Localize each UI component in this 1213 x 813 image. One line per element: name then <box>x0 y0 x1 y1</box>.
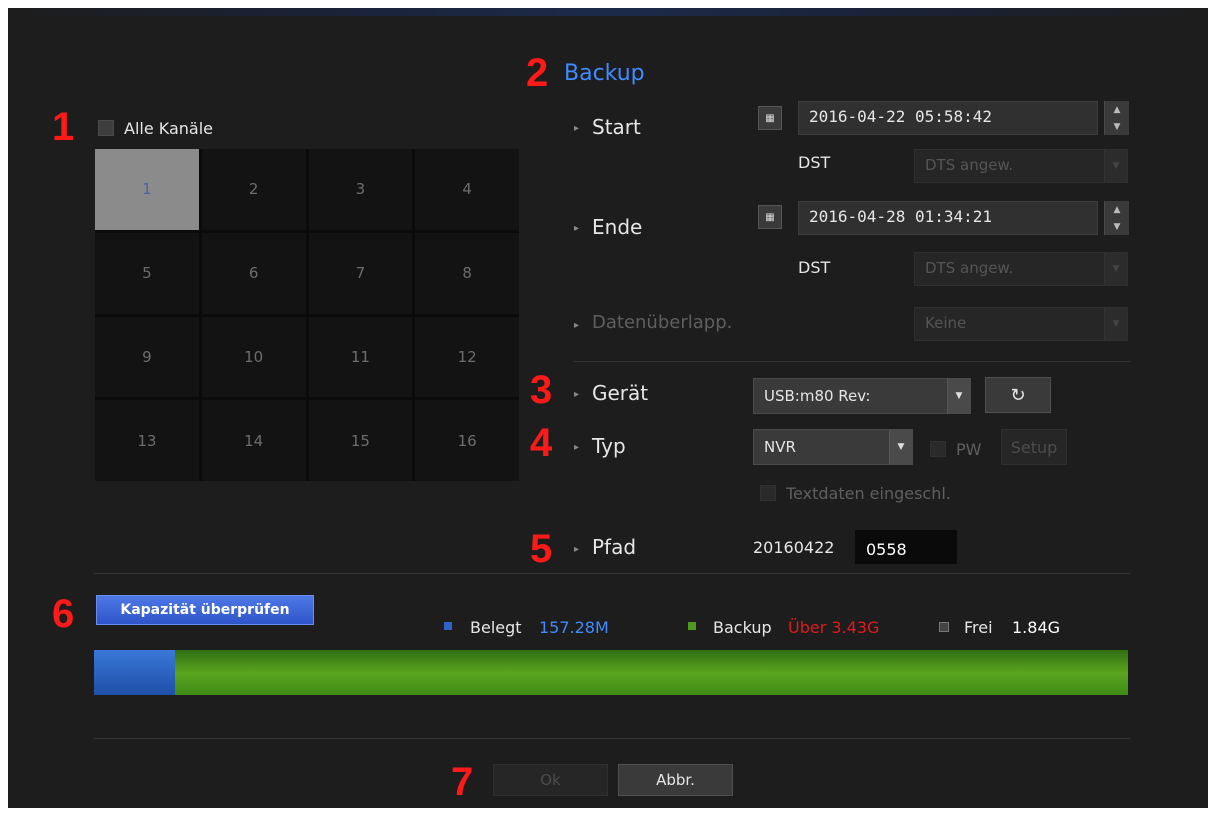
backup-dialog: 1 2 3 4 5 6 7 Backup Alle Kanäle 1 2 3 4… <box>8 8 1208 808</box>
type-label: Typ <box>592 434 626 458</box>
channel-cell[interactable]: 16 <box>415 400 519 481</box>
overlap-value: Keine <box>925 314 967 332</box>
ok-button[interactable]: Ok <box>493 764 608 796</box>
type-bullet-icon: ▸ <box>574 442 580 453</box>
type-select[interactable]: NVR ▼ <box>753 429 913 465</box>
channel-cell[interactable]: 15 <box>308 400 413 481</box>
check-capacity-button[interactable]: Kapazität überprüfen <box>96 595 314 625</box>
used-label: Belegt <box>470 618 522 637</box>
channel-grid: 1 2 3 4 5 6 7 8 9 10 11 12 13 14 15 16 <box>95 149 519 481</box>
free-legend-swatch <box>939 622 949 632</box>
all-channels-label: Alle Kanäle <box>124 119 214 138</box>
refresh-button[interactable]: ↻ <box>985 377 1051 413</box>
all-channels-checkbox[interactable] <box>98 120 114 136</box>
type-value: NVR <box>764 438 796 456</box>
channel-cell[interactable]: 10 <box>201 316 306 398</box>
capacity-bar <box>94 650 1128 695</box>
end-label: Ende <box>592 215 643 239</box>
used-value: 157.28M <box>539 618 609 637</box>
free-label: Frei <box>964 618 993 637</box>
start-datetime-field[interactable]: 2016-04-22 05:58:42 <box>798 101 1098 135</box>
section-title: Backup <box>564 61 645 86</box>
start-spinner[interactable]: ▲ ▼ <box>1104 101 1129 135</box>
free-value: 1.84G <box>1012 618 1061 637</box>
device-bullet-icon: ▸ <box>574 389 580 400</box>
capacity-bar-used <box>94 650 175 695</box>
channel-cell[interactable]: 5 <box>95 232 199 314</box>
start-dst-value: DTS angew. <box>925 156 1014 174</box>
textdata-label: Textdaten eingeschl. <box>786 484 951 503</box>
backup-value: Über 3.43G <box>788 618 880 637</box>
textdata-checkbox[interactable] <box>760 485 776 501</box>
end-calendar-icon[interactable]: ▦ <box>758 205 782 229</box>
channel-cell[interactable]: 13 <box>95 400 199 481</box>
backup-label: Backup <box>713 618 772 637</box>
chevron-down-icon: ▼ <box>947 379 970 413</box>
channel-cell[interactable]: 12 <box>415 316 519 398</box>
overlap-bullet-icon: ▸ <box>574 320 580 331</box>
chevron-down-icon: ▼ <box>1104 308 1127 340</box>
spin-down-icon[interactable]: ▼ <box>1114 122 1121 132</box>
marker-7: 7 <box>451 760 474 804</box>
refresh-icon: ↻ <box>1010 384 1026 406</box>
chevron-down-icon: ▼ <box>889 430 912 464</box>
pw-checkbox[interactable] <box>930 441 946 457</box>
end-dst-select[interactable]: DTS angew. ▼ <box>914 252 1128 286</box>
start-dst-label: DST <box>798 153 831 172</box>
marker-4: 4 <box>530 421 553 465</box>
start-dst-select[interactable]: DTS angew. ▼ <box>914 149 1128 183</box>
path-label: Pfad <box>592 535 637 559</box>
channel-cell[interactable]: 9 <box>95 316 199 398</box>
end-dst-label: DST <box>798 258 831 277</box>
channel-cell[interactable]: 3 <box>308 149 413 230</box>
end-bullet-icon: ▸ <box>574 223 580 234</box>
pw-label: PW <box>956 440 982 459</box>
chevron-down-icon: ▼ <box>1104 150 1127 182</box>
channel-cell[interactable]: 11 <box>308 316 413 398</box>
spin-up-icon[interactable]: ▲ <box>1114 105 1121 115</box>
divider <box>574 361 1130 362</box>
end-dst-value: DTS angew. <box>925 259 1014 277</box>
marker-2: 2 <box>526 51 549 95</box>
backup-legend-swatch <box>688 622 696 630</box>
device-select[interactable]: USB:m80 Rev: ▼ <box>753 378 971 414</box>
capacity-bar-backup <box>174 650 1128 695</box>
setup-button[interactable]: Setup <box>1001 429 1067 465</box>
start-bullet-icon: ▸ <box>574 123 580 134</box>
channel-cell[interactable]: 7 <box>308 232 413 314</box>
overlap-label: Datenüberlapp. <box>592 312 733 333</box>
device-value: USB:m80 Rev: <box>764 387 871 405</box>
start-label: Start <box>592 115 641 139</box>
spin-up-icon[interactable]: ▲ <box>1114 205 1121 215</box>
channel-cell[interactable]: 8 <box>415 232 519 314</box>
end-datetime-field[interactable]: 2016-04-28 01:34:21 <box>798 201 1098 235</box>
device-label: Gerät <box>592 381 649 405</box>
channel-cell[interactable]: 1 <box>95 149 199 230</box>
marker-5: 5 <box>530 527 553 571</box>
path-bullet-icon: ▸ <box>574 544 580 555</box>
title-bar-line <box>8 8 1208 16</box>
path-input[interactable]: 0558 <box>855 530 957 564</box>
channel-cell[interactable]: 6 <box>201 232 306 314</box>
channel-cell[interactable]: 2 <box>201 149 306 230</box>
overlap-select[interactable]: Keine ▼ <box>914 307 1128 341</box>
marker-1: 1 <box>52 105 75 149</box>
start-calendar-icon[interactable]: ▦ <box>758 106 782 130</box>
chevron-down-icon: ▼ <box>1104 253 1127 285</box>
channel-cell[interactable]: 14 <box>201 400 306 481</box>
cancel-button[interactable]: Abbr. <box>618 764 733 796</box>
used-legend-swatch <box>444 622 452 630</box>
path-prefix: 20160422 <box>753 538 835 557</box>
end-spinner[interactable]: ▲ ▼ <box>1104 201 1129 235</box>
divider <box>94 573 1130 574</box>
marker-3: 3 <box>530 368 553 412</box>
channel-cell[interactable]: 4 <box>415 149 519 230</box>
divider <box>94 738 1130 739</box>
marker-6: 6 <box>52 592 75 636</box>
spin-down-icon[interactable]: ▼ <box>1114 222 1121 232</box>
